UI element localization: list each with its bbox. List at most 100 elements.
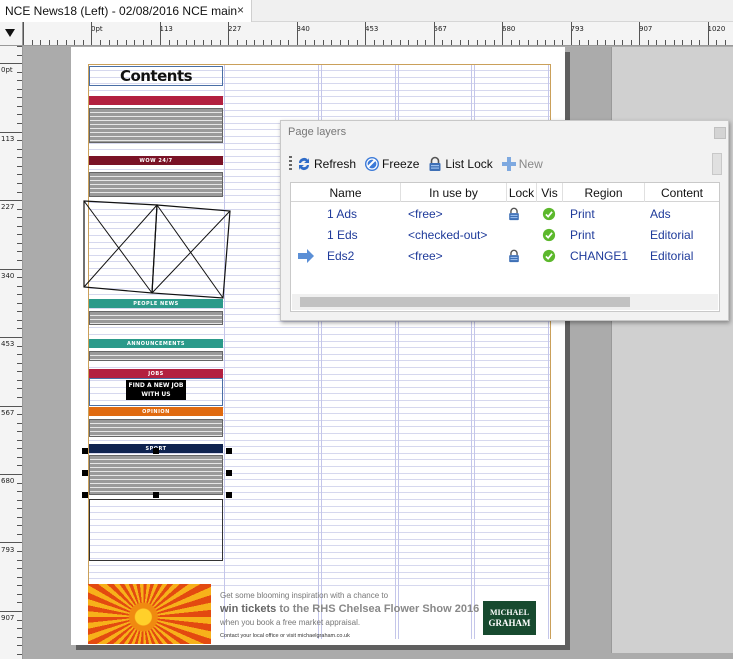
section-bar-people[interactable]: PEOPLE NEWS: [89, 299, 223, 308]
ruler-label: 567: [433, 25, 447, 33]
ruler-tick: [17, 568, 22, 570]
ruler-tick: [17, 148, 22, 150]
ruler-label: 680: [502, 25, 516, 33]
ruler-tick: [17, 165, 22, 167]
ruler-tick: [17, 448, 22, 450]
layer-row-1-eds[interactable]: 1 Eds <checked-out> Print Editorial: [291, 224, 719, 245]
ruler-tick: [17, 123, 22, 125]
logo-line1: MICHAEL: [489, 608, 530, 617]
ruler-tick: [0, 337, 22, 339]
ruler-tick: [17, 439, 22, 441]
ruler-tick: [17, 328, 22, 330]
section-bar-opinion[interactable]: OPINION: [89, 407, 223, 416]
selection-handle-tc[interactable]: [153, 448, 159, 454]
selection-handle-ml[interactable]: [82, 470, 88, 476]
image-frame-group[interactable]: [82, 199, 232, 299]
ruler-tick: [17, 628, 22, 630]
lock-icon[interactable]: [507, 203, 521, 224]
layer-row-eds2[interactable]: Eds2 <free> CHANGE1 Editorial: [291, 245, 719, 266]
layer-name: Eds2: [327, 248, 355, 263]
ruler-label: 453: [1, 340, 15, 348]
grid-horizontal-scrollbar[interactable]: [292, 294, 718, 310]
panel-close-button[interactable]: [714, 127, 726, 139]
lock-icon[interactable]: [507, 245, 521, 266]
ruler-tick: [17, 54, 22, 56]
document-tab[interactable]: NCE News18 (Left) - 02/08/2016 NCE main …: [0, 0, 252, 22]
selection-handle-tr[interactable]: [226, 448, 232, 454]
section-bar-announcements[interactable]: ANNOUNCEMENTS: [89, 339, 223, 348]
flower-photo[interactable]: [88, 584, 211, 644]
page-layers-panel[interactable]: Page layers Refresh Freeze List Lock New…: [280, 120, 729, 321]
find-job-badge[interactable]: FIND A NEW JOB WITH US: [126, 380, 186, 400]
refresh-button[interactable]: Refresh: [296, 156, 356, 172]
close-icon[interactable]: ×: [237, 3, 244, 17]
ruler-tick: [17, 653, 22, 655]
section-bar-jobs[interactable]: JOBS: [89, 369, 223, 378]
panel-toolbar: Refresh Freeze List Lock New: [289, 151, 719, 177]
col-header-region[interactable]: Region: [563, 183, 645, 202]
visible-check-icon[interactable]: [542, 245, 556, 266]
selection-handle-tl[interactable]: [82, 448, 88, 454]
grid-line: [88, 367, 550, 368]
section-bar-wow[interactable]: WOW 24/7: [89, 156, 223, 165]
ruler-tick: [17, 585, 22, 587]
scrollbar-thumb[interactable]: [300, 297, 630, 307]
michael-graham-logo[interactable]: MICHAEL GRAHAM: [483, 601, 536, 635]
visible-check-icon[interactable]: [542, 224, 556, 245]
triangle-down-icon: [5, 29, 15, 37]
ruler-tick: [17, 388, 22, 390]
text-frame-1[interactable]: [89, 108, 223, 143]
ruler-tick: [17, 593, 22, 595]
ruler-tick: [17, 80, 22, 82]
col-header-name[interactable]: Name: [291, 183, 401, 202]
empty-frame[interactable]: [89, 499, 223, 561]
ruler-tick: [17, 208, 22, 210]
text-frame-2[interactable]: [89, 172, 223, 197]
list-lock-button[interactable]: List Lock: [427, 156, 493, 172]
horizontal-ruler[interactable]: 0pt 113 227 340 453 567 680 793 907 1020: [23, 22, 733, 46]
layer-row-1-ads[interactable]: 1 Ads <free> Print Ads: [291, 203, 719, 224]
margin-guide-top: [88, 64, 550, 65]
visible-check-icon[interactable]: [542, 203, 556, 224]
section-bar-1[interactable]: [89, 96, 223, 105]
ruler-tick: [17, 422, 22, 424]
ruler-tick: [17, 371, 22, 373]
selection-handle-mr[interactable]: [226, 470, 232, 476]
selection-handle-bc[interactable]: [153, 492, 159, 498]
text-frame-selected[interactable]: [89, 455, 223, 495]
ruler-label: 453: [365, 25, 379, 33]
toolbar-grip-icon[interactable]: [289, 156, 292, 172]
ruler-tick: [17, 46, 22, 47]
selection-handle-bl[interactable]: [82, 492, 88, 498]
text-frame-3[interactable]: [89, 311, 223, 325]
ruler-tick: [707, 22, 709, 45]
ruler-label: 0pt: [1, 66, 13, 74]
ruler-tick: [17, 645, 22, 647]
freeze-label: Freeze: [382, 157, 420, 171]
ruler-tick: [17, 260, 22, 261]
ruler-label: 340: [296, 25, 310, 33]
freeze-button[interactable]: Freeze: [364, 156, 419, 172]
refresh-icon: [296, 156, 312, 172]
toolbar-overflow-button[interactable]: [712, 153, 722, 175]
selection-handle-br[interactable]: [226, 492, 232, 498]
vertical-ruler[interactable]: 0pt 113 227 340 453 567 680 793 907: [0, 46, 23, 659]
layers-grid[interactable]: Name In use by Lock Vis Region Content 1…: [290, 182, 720, 312]
ruler-tick: [17, 431, 22, 433]
col-header-content[interactable]: Content: [645, 183, 719, 202]
ruler-tick: [502, 22, 504, 45]
new-layer-button[interactable]: New: [501, 156, 543, 172]
ruler-tick: [0, 131, 22, 133]
text-frame-4[interactable]: [89, 351, 223, 361]
text-frame-5[interactable]: [89, 419, 223, 437]
col-header-vis[interactable]: Vis: [537, 183, 563, 202]
ruler-label: 227: [228, 25, 242, 33]
ruler-corner[interactable]: [0, 22, 23, 46]
ruler-tick: [365, 22, 367, 45]
padlock-icon: [427, 156, 443, 172]
col-header-lock[interactable]: Lock: [507, 183, 537, 202]
col-header-in-use-by[interactable]: In use by: [401, 183, 507, 202]
contents-heading[interactable]: Contents: [89, 66, 223, 86]
ruler-tick: [17, 285, 22, 287]
grid-line: [88, 327, 550, 329]
